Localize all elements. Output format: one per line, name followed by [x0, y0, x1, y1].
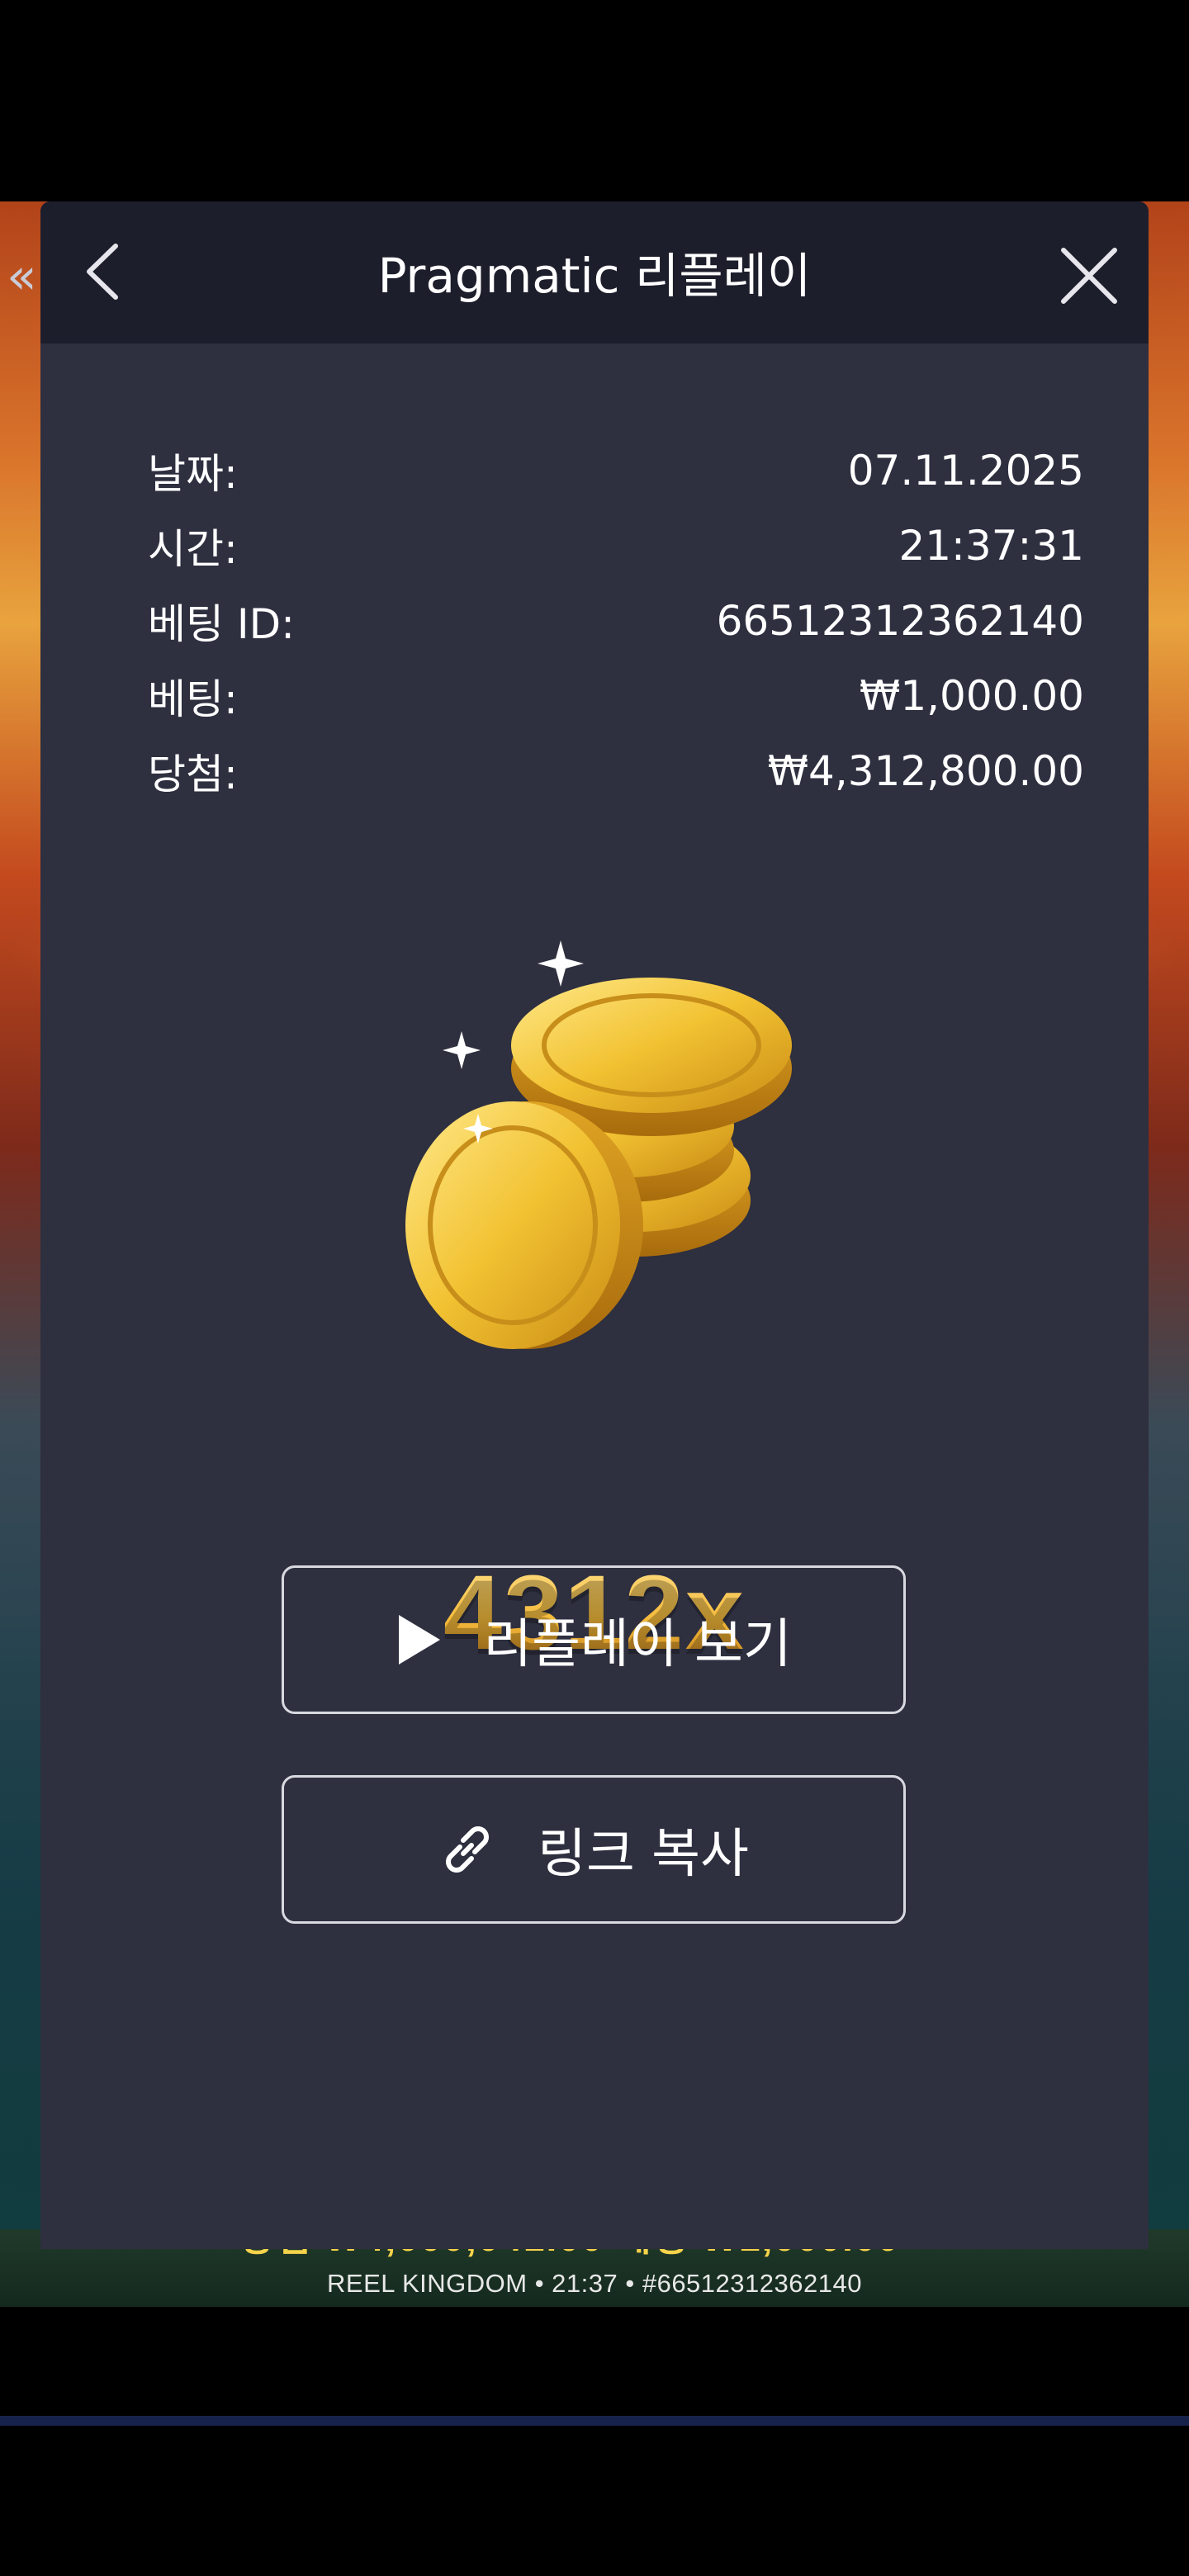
close-button[interactable] — [1048, 234, 1130, 317]
detail-value: ₩1,000.00 — [859, 671, 1084, 720]
replay-modal: Pragmatic 리플레이 날짜: 07.11.2025 시간: 21:37:… — [40, 201, 1149, 2249]
bet-details: 날짜: 07.11.2025 시간: 21:37:31 베팅 ID: 66512… — [148, 433, 1084, 808]
detail-value: 66512312362140 — [716, 596, 1084, 645]
gold-coins-image — [405, 940, 792, 1349]
watch-replay-label: 리플레이 보기 — [483, 1614, 792, 1675]
back-button[interactable] — [65, 234, 140, 309]
link-icon — [438, 1821, 496, 1878]
close-icon — [1061, 248, 1117, 304]
detail-row-date: 날짜: 07.11.2025 — [148, 433, 1084, 508]
detail-label: 베팅 ID: — [148, 599, 295, 648]
modal-header: Pragmatic 리플레이 — [40, 201, 1149, 343]
screen: « 당첨 ₩4,000,041.00 베팅 ₩1,000.00 REEL KIN… — [0, 0, 1189, 2576]
detail-label: 시간: — [148, 524, 238, 573]
detail-row-win: 당첨: ₩4,312,800.00 — [148, 733, 1084, 808]
detail-value: 07.11.2025 — [847, 446, 1084, 495]
detail-value: ₩4,312,800.00 — [767, 746, 1084, 795]
watch-replay-button[interactable]: 리플레이 보기 — [282, 1565, 906, 1714]
game-meta-info: REEL KINGDOM • 21:37 • #66512312362140 — [327, 2269, 862, 2298]
navigation-bar-line — [0, 2416, 1189, 2426]
detail-label: 당첨: — [148, 750, 238, 798]
play-icon — [396, 1613, 442, 1666]
detail-row-bet: 베팅: ₩1,000.00 — [148, 658, 1084, 733]
chevron-left-icon — [87, 244, 118, 300]
detail-value: 21:37:31 — [898, 521, 1084, 570]
detail-label: 베팅: — [148, 675, 238, 723]
copy-link-button[interactable]: 링크 복사 — [282, 1775, 906, 1924]
copy-link-label: 링크 복사 — [538, 1824, 749, 1885]
detail-row-bet-id: 베팅 ID: 66512312362140 — [148, 583, 1084, 658]
detail-row-time: 시간: 21:37:31 — [148, 508, 1084, 583]
modal-title: Pragmatic 리플레이 — [377, 248, 812, 304]
detail-label: 날짜: — [148, 449, 238, 498]
